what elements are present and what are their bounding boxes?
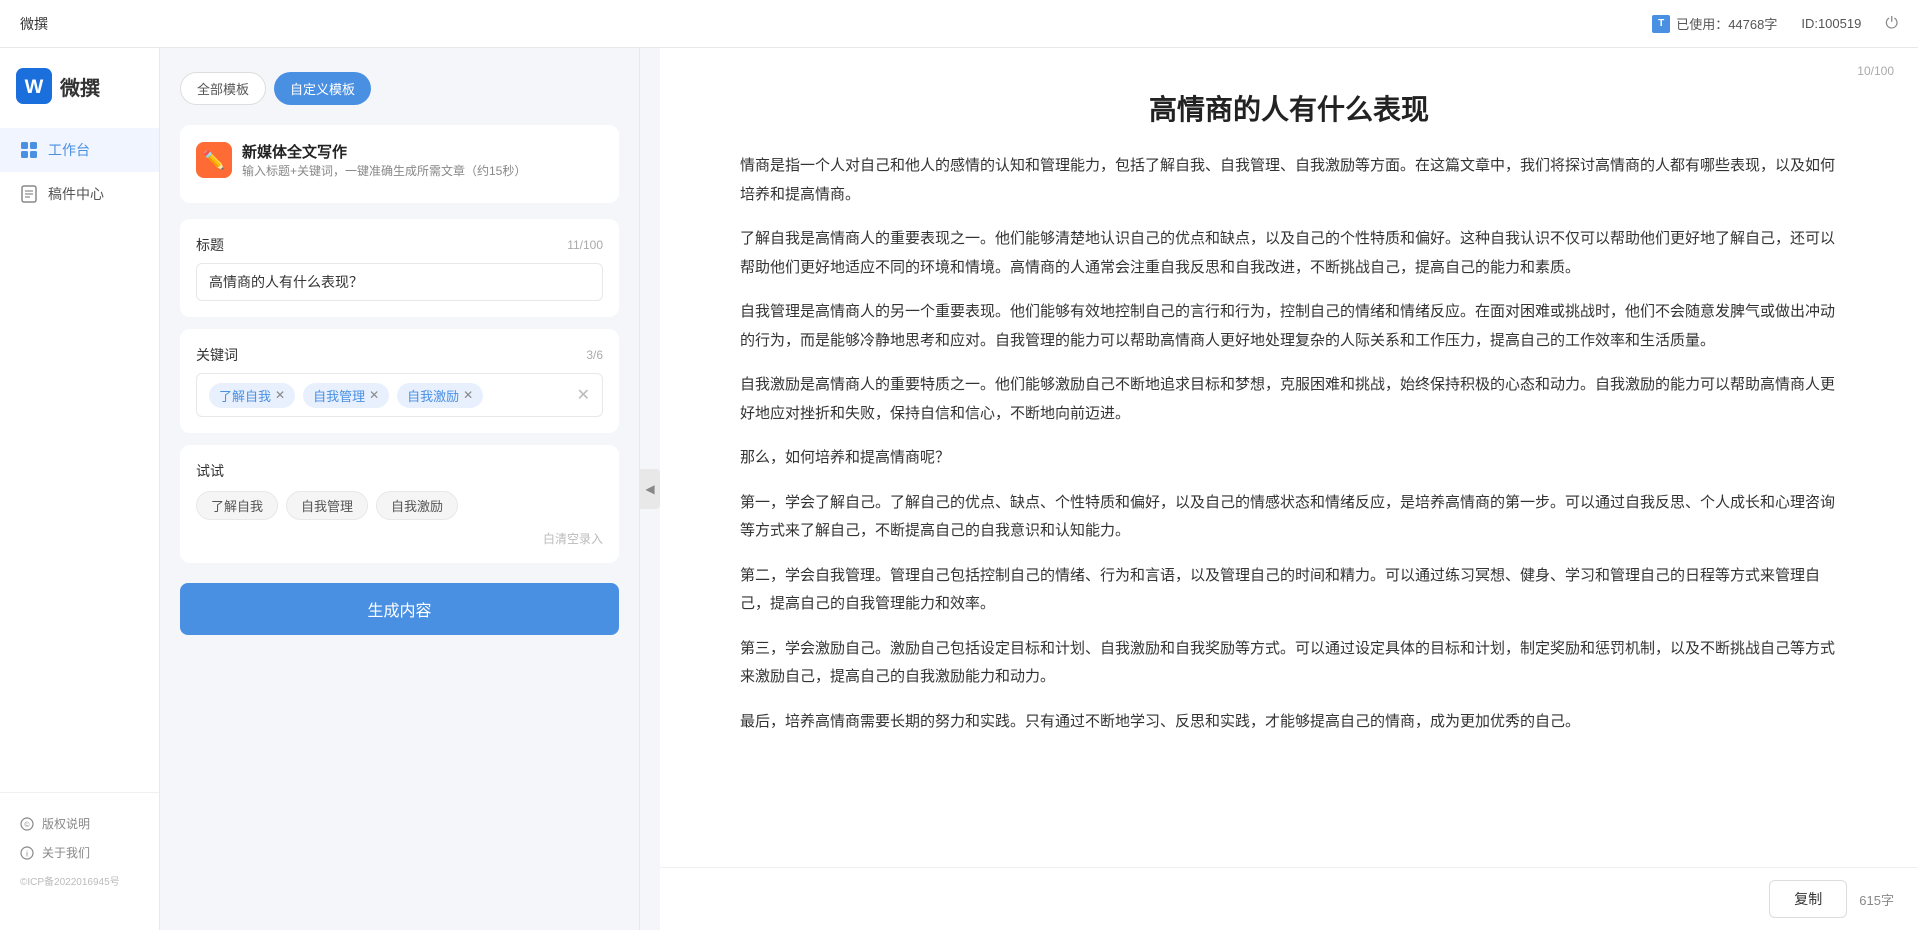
article-title: 高情商的人有什么表现: [740, 88, 1838, 128]
card-title: 新媒体全文写作: [242, 141, 526, 162]
try-tags: 了解自我 自我管理 自我激励: [196, 491, 603, 520]
keyword-section: 关键词 3/6 了解自我 ✕ 自我管理 ✕ 自我激励 ✕ ✕: [180, 329, 619, 433]
svg-text:W: W: [25, 76, 44, 98]
try-tag-0[interactable]: 了解自我: [196, 491, 278, 520]
tags-clear-icon[interactable]: ✕: [577, 385, 590, 405]
about-item[interactable]: i 关于我们: [20, 838, 139, 867]
nav-items: 工作台 稿件中心: [0, 128, 159, 792]
main-layout: W 微撰 工作台: [0, 48, 1918, 930]
article-para-4: 那么，如何培养和提高情商呢？: [740, 444, 1838, 473]
sidebar-item-workbench[interactable]: 工作台: [0, 128, 159, 172]
title-label: 标题: [196, 235, 224, 255]
clear-hint[interactable]: 白清空录入: [196, 530, 603, 547]
keyword-label-row: 关键词 3/6: [196, 345, 603, 365]
topbar-usage: T 已使用：44768字: [1652, 14, 1777, 33]
tab-all[interactable]: 全部模板: [180, 72, 266, 105]
template-card: ✏️ 新媒体全文写作 输入标题+关键词，一键准确生成所需文章（约15秒）: [180, 125, 619, 203]
copyright-item[interactable]: © 版权说明: [20, 809, 139, 838]
sidebar: W 微撰 工作台: [0, 48, 160, 930]
tag-close-2[interactable]: ✕: [463, 388, 473, 402]
drafts-icon: [20, 185, 38, 203]
svg-text:©: ©: [24, 821, 30, 829]
tag-label-0: 了解自我: [219, 386, 271, 405]
article-footer: 复制 615字: [660, 867, 1918, 930]
article-para-6: 第二，学会自我管理。管理自己包括控制自己的情绪、行为和言语，以及管理自己的时间和…: [740, 562, 1838, 619]
article-para-7: 第三，学会激励自己。激励自己包括设定目标和计划、自我激励和自我奖励等方式。可以通…: [740, 635, 1838, 692]
article-para-5: 第一，学会了解自己。了解自己的优点、缺点、个性特质和偏好，以及自己的情感状态和情…: [740, 489, 1838, 546]
workbench-icon: [20, 141, 38, 159]
collapse-arrow[interactable]: ◀: [640, 469, 660, 509]
tag-close-0[interactable]: ✕: [275, 388, 285, 402]
topbar: 微撰 T 已使用：44768字 ID:100519 ⏻: [0, 0, 1918, 48]
article-para-3: 自我激励是高情商人的重要特质之一。他们能够激励自己不断地追求目标和梦想，克服困难…: [740, 371, 1838, 428]
tag-label-1: 自我管理: [313, 386, 365, 405]
tag-item-1[interactable]: 自我管理 ✕: [303, 383, 389, 408]
title-input[interactable]: [196, 263, 603, 301]
title-section: 标题 11/100: [180, 219, 619, 317]
icp-text: ©ICP备2022016945号: [20, 867, 139, 894]
try-label: 试试: [196, 461, 603, 481]
copyright-icon: ©: [20, 817, 34, 831]
sidebar-bottom: © 版权说明 i 关于我们 ©ICP备2022016945号: [0, 792, 159, 910]
topbar-id: ID:100519: [1801, 16, 1861, 31]
card-info: 新媒体全文写作 输入标题+关键词，一键准确生成所需文章（约15秒）: [242, 141, 526, 179]
card-desc: 输入标题+关键词，一键准确生成所需文章（约15秒）: [242, 162, 526, 179]
topbar-right: T 已使用：44768字 ID:100519 ⏻: [1652, 14, 1898, 33]
tag-item-2[interactable]: 自我激励 ✕: [397, 383, 483, 408]
try-tag-1[interactable]: 自我管理: [286, 491, 368, 520]
generate-button[interactable]: 生成内容: [180, 583, 619, 635]
article-para-2: 自我管理是高情商人的另一个重要表现。他们能够有效地控制自己的言行和行为，控制自己…: [740, 298, 1838, 355]
sidebar-item-workbench-label: 工作台: [48, 140, 90, 160]
about-label: 关于我们: [42, 844, 90, 861]
svg-text:i: i: [26, 849, 28, 858]
center-panel: 全部模板 自定义模板 ✏️ 新媒体全文写作 输入标题+关键词，一键准确生成所需文…: [160, 48, 640, 930]
try-section: 试试 了解自我 自我管理 自我激励 白清空录入: [180, 445, 619, 563]
article-para-1: 了解自我是高情商人的重要表现之一。他们能够清楚地认识自己的优点和缺点，以及自己的…: [740, 225, 1838, 282]
power-icon[interactable]: ⏻: [1885, 15, 1898, 33]
article-para-0: 情商是指一个人对自己和他人的感情的认知和管理能力，包括了解自我、自我管理、自我激…: [740, 152, 1838, 209]
about-icon: i: [20, 846, 34, 860]
card-header: ✏️ 新媒体全文写作 输入标题+关键词，一键准确生成所需文章（约15秒）: [196, 141, 603, 179]
logo-text: 微撰: [60, 72, 100, 101]
try-tag-2[interactable]: 自我激励: [376, 491, 458, 520]
tags-area[interactable]: 了解自我 ✕ 自我管理 ✕ 自我激励 ✕ ✕: [196, 373, 603, 417]
copy-button[interactable]: 复制: [1769, 880, 1847, 918]
usage-icon: T: [1652, 15, 1670, 33]
keyword-counter: 3/6: [586, 348, 603, 362]
usage-label: 已使用：44768字: [1676, 14, 1777, 33]
logo-area: W 微撰: [0, 68, 159, 128]
right-panel: 10/100 高情商的人有什么表现 情商是指一个人对自己和他人的感情的认知和管理…: [660, 48, 1918, 930]
title-counter: 11/100: [567, 238, 603, 252]
card-icon: ✏️: [196, 142, 232, 178]
tab-custom[interactable]: 自定义模板: [274, 72, 371, 105]
word-count: 615字: [1859, 890, 1894, 909]
copyright-label: 版权说明: [42, 815, 90, 832]
logo-icon: W: [16, 68, 52, 104]
sidebar-item-drafts[interactable]: 稿件中心: [0, 172, 159, 216]
tag-close-1[interactable]: ✕: [369, 388, 379, 402]
keyword-label: 关键词: [196, 345, 238, 365]
tag-item-0[interactable]: 了解自我 ✕: [209, 383, 295, 408]
sidebar-item-drafts-label: 稿件中心: [48, 184, 104, 204]
tab-bar: 全部模板 自定义模板: [180, 72, 619, 105]
article-counter: 10/100: [1857, 64, 1894, 78]
topbar-title: 微撰: [20, 14, 48, 34]
tag-label-2: 自我激励: [407, 386, 459, 405]
title-label-row: 标题 11/100: [196, 235, 603, 255]
article-para-8: 最后，培养高情商需要长期的努力和实践。只有通过不断地学习、反思和实践，才能够提高…: [740, 708, 1838, 737]
article-body: 情商是指一个人对自己和他人的感情的认知和管理能力，包括了解自我、自我管理、自我激…: [740, 152, 1838, 736]
